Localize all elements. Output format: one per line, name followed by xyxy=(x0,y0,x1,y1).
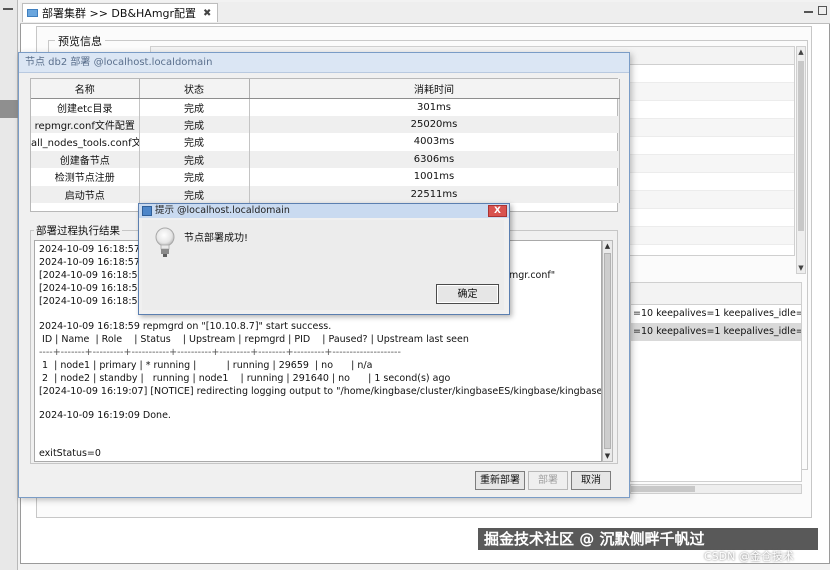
table-header-row: 名称 状态 消耗时间 xyxy=(31,79,620,99)
background-log-line: =10 keepalives=1 keepalives_idle=10 keep… xyxy=(633,308,801,319)
background-log-header xyxy=(631,283,801,305)
deploy-button: 部署 xyxy=(528,471,568,490)
ok-button[interactable]: 确定 xyxy=(436,284,499,304)
log-line: ID | Name | Role | Status | Upstream | r… xyxy=(39,334,469,345)
scrollbar-thumb[interactable] xyxy=(604,253,611,449)
message-dialog-title: 提示 @localhost.localdomain xyxy=(139,204,509,218)
table-row[interactable]: 创建etc目录 完成 301ms xyxy=(31,98,620,116)
step-status: 完成 xyxy=(139,133,250,151)
step-time: 301ms xyxy=(249,98,620,116)
lightbulb-icon xyxy=(155,227,175,257)
step-time: 25020ms xyxy=(249,115,620,133)
result-log-scrollbar[interactable]: ▲ ▼ xyxy=(602,240,613,462)
minimize-icon[interactable] xyxy=(804,6,813,13)
step-name: all_nodes_tools.conf文件配置 xyxy=(31,133,140,151)
step-status: 完成 xyxy=(139,185,250,203)
log-line: 1 | node1 | primary | * running | | runn… xyxy=(39,360,373,371)
watermark: 掘金技术社区 @ 沉默侧畔千帆过 xyxy=(478,528,818,550)
step-name: 创建备节点 xyxy=(31,150,140,168)
left-panel-strip xyxy=(0,0,18,570)
scroll-up-icon[interactable]: ▲ xyxy=(797,47,805,57)
log-line: exitStatus=0 xyxy=(39,448,101,459)
background-hscrollbar[interactable] xyxy=(630,484,802,494)
step-status: 完成 xyxy=(139,98,250,116)
cancel-button[interactable]: 取消 xyxy=(571,471,611,490)
log-line: 2024-10-09 16:19:09 Done. xyxy=(39,410,171,421)
tab-close-icon[interactable]: ✖ xyxy=(203,8,211,19)
folder-icon xyxy=(27,9,38,17)
background-log-line: =10 keepalives=1 keepalives_idle=10 keep… xyxy=(631,323,801,341)
column-header-status[interactable]: 状态 xyxy=(139,79,250,99)
column-header-time[interactable]: 消耗时间 xyxy=(249,79,620,99)
scroll-down-icon[interactable]: ▼ xyxy=(603,451,612,461)
deploy-dialog-title: 节点 db2 部署 @localhost.localdomain xyxy=(19,53,629,73)
deploy-steps-table: 名称 状态 消耗时间 创建etc目录 完成 301ms repmgr.conf文… xyxy=(30,78,620,212)
step-status: 完成 xyxy=(139,150,250,168)
preview-scrollbar[interactable]: ▲ ▼ xyxy=(796,46,806,274)
column-header-name[interactable]: 名称 xyxy=(31,79,140,99)
step-name: 创建etc目录 xyxy=(31,98,140,116)
step-time: 1001ms xyxy=(249,168,620,186)
step-time: 4003ms xyxy=(249,133,620,151)
redeploy-button[interactable]: 重新部署 xyxy=(475,471,525,490)
step-time: 6306ms xyxy=(249,150,620,168)
editor-tab-title: 部署集群 >> DB&HAmgr配置 xyxy=(42,7,197,20)
maximize-icon[interactable] xyxy=(818,6,827,15)
scrollbar-thumb[interactable] xyxy=(631,486,695,492)
message-text: 节点部署成功! xyxy=(184,233,249,244)
close-button[interactable]: X xyxy=(488,205,507,217)
panel-marker xyxy=(0,100,18,118)
background-log-panel: =10 keepalives=1 keepalives_idle =10 keep… xyxy=(630,282,802,482)
scroll-up-icon[interactable]: ▲ xyxy=(603,241,612,251)
step-status: 完成 xyxy=(139,168,250,186)
table-row[interactable]: 检测节点注册 完成 1001ms xyxy=(31,168,620,186)
log-line: 2 | node2 | standby | running | node1 | … xyxy=(39,373,451,384)
table-row[interactable]: 启动节点 完成 22511ms xyxy=(31,185,620,203)
preview-legend: 预览信息 xyxy=(55,33,105,49)
app-icon xyxy=(142,206,152,216)
step-name: repmgr.conf文件配置 xyxy=(31,115,140,133)
log-line-tail: mgr.conf" xyxy=(509,270,556,281)
log-line: [2024-10-09 16:19:07] [NOTICE] redirecti… xyxy=(39,386,602,397)
log-line: ----+-------+---------+-----------+-----… xyxy=(39,347,401,358)
step-name: 检测节点注册 xyxy=(31,168,140,186)
scroll-down-icon[interactable]: ▼ xyxy=(797,263,805,273)
table-row[interactable]: 创建备节点 完成 6306ms xyxy=(31,150,620,168)
step-time: 22511ms xyxy=(249,185,620,203)
table-row[interactable]: repmgr.conf文件配置 完成 25020ms xyxy=(31,115,620,133)
scrollbar-thumb[interactable] xyxy=(798,61,804,231)
table-row[interactable]: all_nodes_tools.conf文件配置 完成 4003ms xyxy=(31,133,620,151)
editor-tab[interactable]: 部署集群 >> DB&HAmgr配置 ✖ xyxy=(22,3,219,22)
panel-minimize-icon[interactable] xyxy=(3,8,13,10)
log-line: 2024-10-09 16:18:59 repmgrd on "[10.10.8… xyxy=(39,321,332,332)
step-name: 启动节点 xyxy=(31,185,140,203)
result-legend: 部署过程执行结果 xyxy=(34,223,122,238)
step-status: 完成 xyxy=(139,115,250,133)
csdn-watermark: CSDN @金仓技术 xyxy=(704,550,794,563)
